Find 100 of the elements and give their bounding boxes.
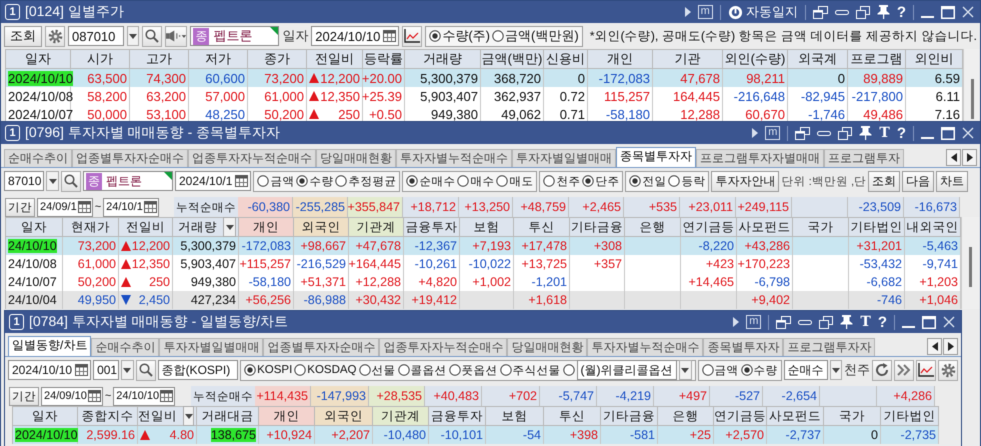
column-header[interactable]: 일자 <box>13 406 78 426</box>
column-header[interactable]: 보험 <box>460 217 514 237</box>
radio-option[interactable]: 단주 <box>582 174 620 188</box>
date-field[interactable]: 2024/10/10 <box>311 26 400 46</box>
toolbar-button[interactable]: 차트 <box>936 170 968 192</box>
calendar-icon[interactable] <box>160 390 174 402</box>
play-icon[interactable] <box>684 7 691 17</box>
radio-option[interactable]: 선물 <box>358 362 396 378</box>
help-button[interactable]: ? <box>896 4 906 20</box>
mode-select[interactable]: 순매수 <box>784 360 828 380</box>
tab[interactable]: 프로그램투자자 <box>783 338 876 356</box>
table-row[interactable]: 24/10/10 73,200 12,200 5,300,379 -172,083 +98,667 +47,678 -12,367 +7,193 +17,478 +308 -8,220 +43,286 +31,201 -5,463 <box>6 237 961 255</box>
radio-option[interactable]: 풋옵션 <box>448 362 498 378</box>
calendar-icon[interactable] <box>235 175 248 187</box>
column-header[interactable]: 기타금융 <box>570 217 625 237</box>
scroll-right-button[interactable] <box>943 338 958 354</box>
column-header[interactable]: 거래량 <box>405 49 481 69</box>
date-field[interactable]: 2024/10/1 <box>175 171 252 191</box>
dropdown-button[interactable] <box>183 406 194 426</box>
radio-icon[interactable] <box>358 364 370 376</box>
dropdown-button[interactable] <box>126 26 140 46</box>
column-header[interactable]: 은행 <box>658 406 714 426</box>
scroll-left-button[interactable] <box>927 338 942 354</box>
font-button[interactable]: T <box>879 125 890 141</box>
radio-option[interactable]: 금액 <box>702 362 738 378</box>
radio-option[interactable]: 매수 <box>457 174 494 188</box>
scroll-left-button[interactable] <box>946 148 961 166</box>
column-header[interactable]: 은행 <box>625 217 681 237</box>
help-button[interactable]: ? <box>878 314 887 330</box>
radio-icon[interactable] <box>296 175 308 187</box>
column-header[interactable]: 금융투자 <box>429 406 486 426</box>
radio-option[interactable]: 수량(주) <box>429 27 490 45</box>
dropdown-button[interactable] <box>46 171 59 191</box>
column-header[interactable]: 외국인 <box>294 217 349 237</box>
tab[interactable]: 업종투자자누적순매수 <box>379 338 508 356</box>
radio-option[interactable]: 순매수 <box>406 174 456 188</box>
stock-field[interactable]: 종 펩트론 <box>83 171 173 191</box>
tab[interactable]: 업종별투자자순매수 <box>263 338 380 356</box>
scroll-right-button[interactable] <box>962 148 977 166</box>
dropdown-button[interactable] <box>678 360 692 380</box>
table-row[interactable]: 2024/10/10 2,599.16 4.80 138,675 +10,924 +2,207 -10,480 -10,101 -54 +398 -581 +25 +2,570 -2,737 0 -2,735 <box>13 426 939 444</box>
radio-option[interactable]: KOSPI <box>244 364 292 376</box>
radio-icon[interactable] <box>740 364 752 376</box>
tab[interactable]: 일별동향/차트 <box>8 336 92 356</box>
tab[interactable]: 종목별투자자 <box>616 147 696 167</box>
stock-field[interactable]: 종 펩트론 <box>190 26 280 46</box>
column-header[interactable]: 외국계 <box>788 49 848 69</box>
pin-icon[interactable] <box>840 315 854 329</box>
speaker-button[interactable] <box>165 26 188 46</box>
radio-icon[interactable] <box>244 364 256 376</box>
dropdown-button[interactable] <box>830 360 842 380</box>
refresh-button[interactable] <box>872 360 892 380</box>
calendar-icon[interactable] <box>75 364 88 376</box>
dropdown-button[interactable] <box>121 360 134 380</box>
tab[interactable]: 프로그램투자자별매매 <box>696 149 824 167</box>
radio-option[interactable]: 수량 <box>296 174 334 188</box>
column-header[interactable]: 전일비 <box>307 49 363 69</box>
column-header[interactable]: 거래량 <box>173 217 239 237</box>
caret-icon[interactable] <box>681 368 689 372</box>
radio-icon[interactable] <box>543 175 556 187</box>
calendar-icon[interactable] <box>383 30 396 42</box>
pin-icon[interactable] <box>876 5 890 19</box>
search-button[interactable] <box>142 26 162 46</box>
toolbar-button[interactable]: 다음 <box>902 170 934 192</box>
caret-icon[interactable] <box>128 34 137 38</box>
column-header[interactable]: 금액(백만) <box>481 49 544 69</box>
market-code-field[interactable]: 001 <box>93 360 120 380</box>
close-icon[interactable] <box>962 127 974 139</box>
column-header[interactable]: 외인(수량) <box>723 49 788 69</box>
line-chart-icon[interactable] <box>918 363 934 377</box>
help-button[interactable]: ? <box>896 124 906 142</box>
tab[interactable]: 투자자별일별매매 <box>512 149 616 167</box>
tab[interactable]: 투자자별일별매매 <box>159 338 264 356</box>
radio-icon[interactable] <box>492 30 504 42</box>
column-header[interactable]: 국가 <box>793 217 849 237</box>
play-icon[interactable] <box>733 317 740 327</box>
maximize-icon[interactable] <box>941 126 955 140</box>
radio-icon[interactable] <box>257 175 270 187</box>
table-row[interactable]: 24/10/08 61,000 12,350 5,903,407 +115,257 -216,529 +164,445 -10,261 -10,022 +13,725 +357 +423 +170,223 -53,432 -9,741 <box>6 255 961 273</box>
option-select[interactable]: (월)위클리콜옵션 <box>576 360 676 380</box>
column-header[interactable]: 외국인 <box>315 406 373 426</box>
toolbar-button[interactable]: 조회 <box>868 170 900 192</box>
column-header[interactable]: 개인 <box>259 406 315 426</box>
column-header[interactable]: 시가 <box>71 49 130 69</box>
code-field[interactable]: 087010 <box>68 26 124 46</box>
date-field[interactable]: 24/10/10 <box>113 386 176 406</box>
column-header[interactable]: 사모펀드 <box>767 406 824 426</box>
period-button[interactable]: 기간 <box>9 386 39 406</box>
radio-option[interactable]: KOSDAQ <box>294 364 356 376</box>
column-header[interactable]: 투신 <box>544 406 601 426</box>
tab[interactable]: 당일매매현황 <box>316 149 396 167</box>
radio-icon[interactable] <box>406 175 418 187</box>
column-header[interactable]: 거래대금 <box>197 406 259 426</box>
column-header[interactable]: 개인 <box>239 217 294 237</box>
search-icon[interactable] <box>64 174 78 188</box>
radio-icon[interactable] <box>629 175 642 187</box>
column-header[interactable]: 국가 <box>824 406 881 426</box>
radio-icon[interactable] <box>496 175 508 187</box>
radio-icon[interactable] <box>335 175 348 187</box>
chart-button[interactable] <box>402 26 422 46</box>
